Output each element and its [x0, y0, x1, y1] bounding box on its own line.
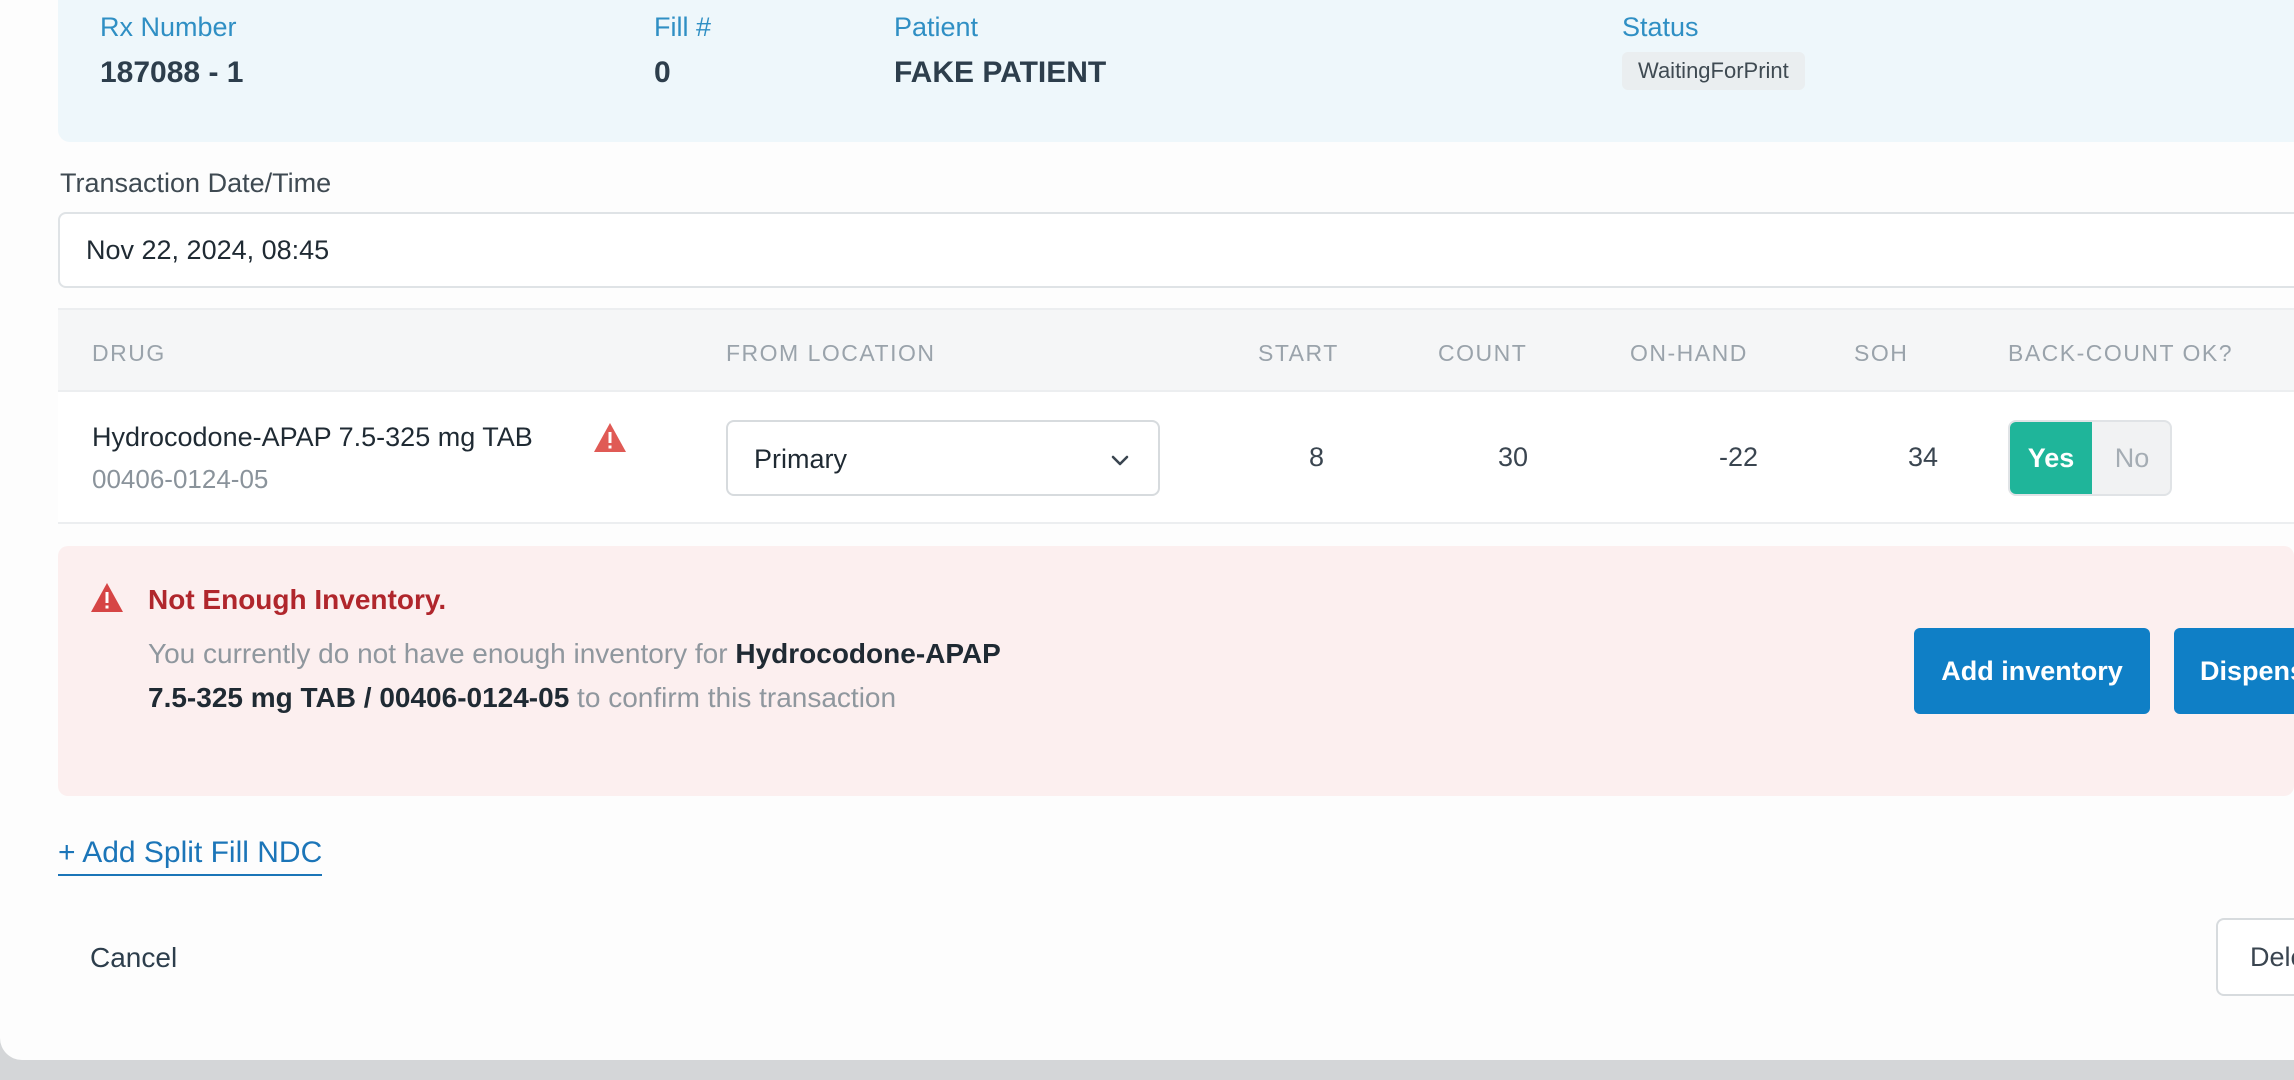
drug-ndc: 00406-0124-05 — [92, 464, 269, 494]
column-header-back-count: BACK-COUNT OK? — [2008, 340, 2234, 366]
add-split-fill-ndc-link[interactable]: + Add Split Fill NDC — [58, 836, 323, 876]
alert-message-prefix: You currently do not have enough invento… — [148, 638, 736, 669]
from-location-select[interactable]: Primary — [726, 420, 1160, 496]
column-header-count: COUNT — [1438, 340, 1528, 366]
rx-number-value: 187088 - 1 — [100, 56, 244, 89]
on-hand-value: -22 — [1718, 442, 1758, 472]
cancel-button[interactable]: Cancel — [90, 942, 177, 974]
column-header-drug: DRUG — [92, 340, 166, 366]
warning-triangle-icon — [91, 583, 123, 612]
rx-info-header: Rx Number 187088 - 1 Fill # 0 Patient FA… — [58, 0, 2294, 142]
column-header-start: START — [1258, 340, 1339, 366]
column-header-on-hand: ON-HAND — [1630, 340, 1748, 366]
back-count-toggle: Yes No — [2008, 420, 2172, 496]
add-inventory-button[interactable]: Add inventory — [1914, 628, 2150, 714]
back-count-no-button[interactable]: No — [2092, 422, 2170, 494]
delete-button[interactable]: Delete — [2216, 918, 2294, 996]
warning-triangle-icon — [594, 423, 626, 452]
status-label: Status — [1622, 12, 1699, 42]
chevron-down-icon — [1111, 455, 1129, 466]
table-header: DRUG FROM LOCATION START COUNT ON-HAND S… — [58, 308, 2294, 392]
table-row: Hydrocodone-APAP 7.5-325 mg TAB 00406-01… — [58, 392, 2294, 524]
from-location-value: Primary — [754, 444, 847, 474]
alert-message: You currently do not have enough invento… — [148, 632, 1048, 720]
status-badge: WaitingForPrint — [1622, 52, 1805, 90]
column-header-from-location: FROM LOCATION — [726, 340, 936, 366]
fill-number-value: 0 — [654, 56, 671, 89]
patient-label: Patient — [894, 12, 979, 42]
patient-value: FAKE PATIENT — [894, 56, 1107, 89]
transaction-datetime-label: Transaction Date/Time — [60, 168, 332, 198]
alert-message-suffix: to confirm this transaction — [569, 682, 897, 713]
dispense-button[interactable]: Dispense — [2174, 628, 2294, 714]
transaction-datetime-input[interactable] — [58, 212, 2294, 288]
back-count-yes-button[interactable]: Yes — [2010, 422, 2092, 494]
soh-value: 34 — [1907, 442, 1938, 472]
alert-title: Not Enough Inventory. — [148, 584, 447, 615]
fill-number-label: Fill # — [654, 12, 712, 42]
dispense-modal: Rx Number 187088 - 1 Fill # 0 Patient FA… — [0, 0, 2294, 1060]
count-value: 30 — [1497, 442, 1528, 472]
rx-number-label: Rx Number — [100, 12, 237, 42]
column-header-soh: SOH — [1854, 340, 1909, 366]
drug-name: Hydrocodone-APAP 7.5-325 mg TAB — [92, 422, 533, 452]
start-value: 8 — [1308, 442, 1324, 472]
inventory-alert: Not Enough Inventory. You currently do n… — [58, 546, 2294, 796]
